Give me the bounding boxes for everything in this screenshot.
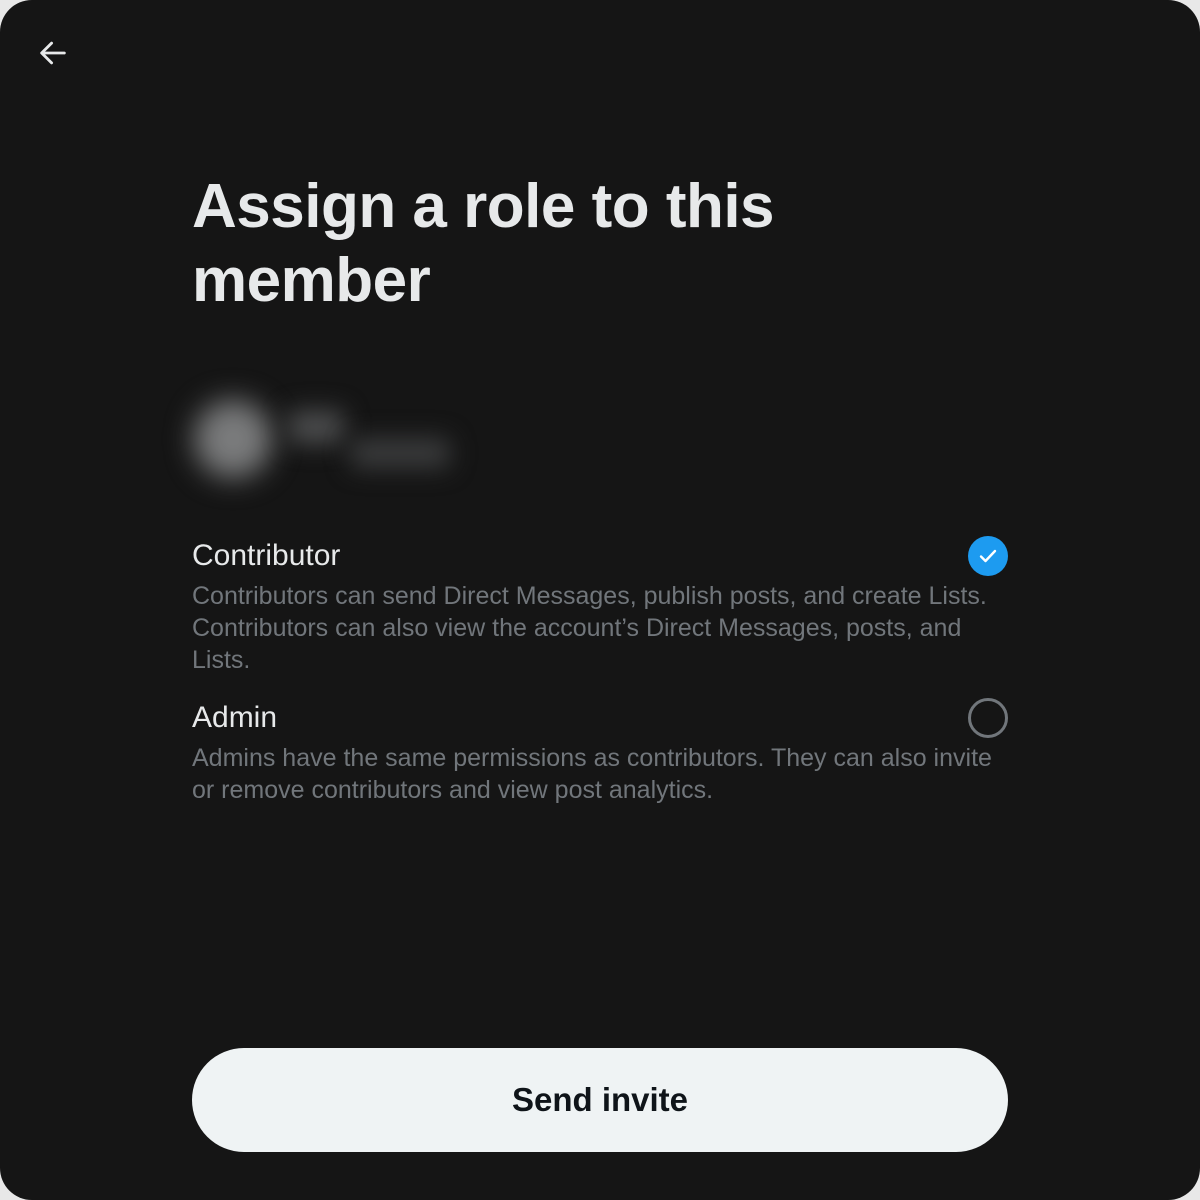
role-name: Contributor — [192, 539, 341, 572]
assign-role-dialog: Assign a role to this member Contributor… — [0, 0, 1200, 1200]
member-info — [180, 380, 470, 500]
member-name-redacted — [288, 410, 344, 444]
role-description: Admins have the same permissions as cont… — [192, 744, 992, 804]
role-header: Admin — [192, 698, 1008, 738]
arrow-left-icon — [40, 41, 66, 65]
role-option-contributor[interactable]: Contributor Contributors can send Direct… — [192, 536, 1008, 676]
back-button[interactable] — [22, 22, 84, 84]
page-title: Assign a role to this member — [192, 172, 775, 315]
role-name: Admin — [192, 701, 278, 734]
role-description: Contributors can send Direct Messages, p… — [192, 582, 987, 674]
role-option-admin[interactable]: Admin Admins have the same permissions a… — [192, 698, 1008, 806]
check-icon — [979, 549, 997, 563]
admin-radio[interactable] — [968, 698, 1008, 738]
role-header: Contributor — [192, 536, 1008, 576]
member-handle-redacted — [350, 438, 450, 468]
contributor-radio[interactable] — [968, 536, 1008, 576]
dialog-content: Assign a role to this member Contributor… — [192, 170, 1008, 806]
member-avatar — [194, 400, 272, 478]
send-invite-button[interactable]: Send invite — [192, 1048, 1008, 1152]
